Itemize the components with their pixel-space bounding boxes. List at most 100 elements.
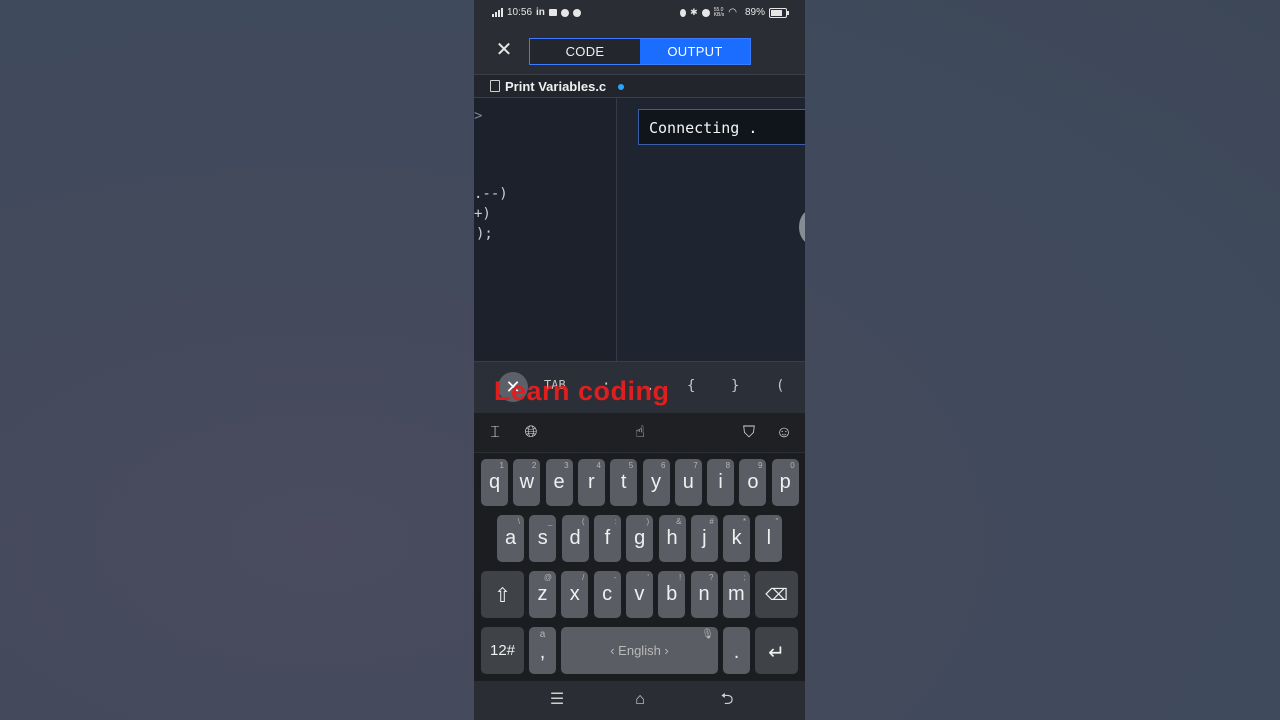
key-c[interactable]: -c — [593, 571, 621, 618]
code-line: ); — [476, 226, 493, 242]
key-x[interactable]: / x — [561, 571, 589, 618]
key-label: t — [620, 471, 627, 493]
net-speed: 55.0 KB/s — [713, 6, 725, 18]
console-output-box[interactable]: Connecting . — [638, 109, 805, 145]
key-hint: # — [709, 517, 714, 526]
key-hint: _ — [547, 517, 553, 526]
key-label: q — [488, 471, 501, 493]
key-s[interactable]: _ s — [529, 515, 557, 562]
key-z[interactable]: @ z — [529, 571, 556, 618]
key-label: j — [702, 527, 707, 549]
key-m[interactable]: ; m — [722, 571, 750, 618]
key-f[interactable]: :f — [593, 515, 621, 562]
app-icon — [560, 8, 569, 17]
status-time: 10:56 — [507, 7, 533, 18]
key-label: c — [602, 583, 613, 605]
key-k[interactable]: * k — [723, 515, 751, 562]
shift-key[interactable]: ⇧ — [481, 571, 524, 618]
backspace-icon: ⌫ — [765, 587, 788, 604]
tab-output[interactable]: OUTPUT — [640, 39, 750, 64]
app-header: ✕ CODE OUTPUT — [474, 28, 805, 74]
code-line: +) — [474, 206, 491, 222]
key-hint: ) — [646, 517, 650, 526]
tab-code[interactable]: CODE — [530, 39, 640, 64]
key-r[interactable]: 4r — [577, 459, 605, 506]
key-l[interactable]: " l — [755, 515, 783, 562]
key-hint: ; — [743, 573, 746, 582]
code-line: .--) — [474, 186, 508, 202]
key-hint: 2 — [531, 461, 537, 470]
key-d[interactable]: (d — [561, 515, 589, 562]
key-label: z — [537, 583, 548, 605]
menu-icon[interactable]: ☰ — [547, 690, 567, 710]
microphone-icon: 🎙︎ — [701, 629, 714, 640]
key-hint: 7 — [693, 461, 698, 470]
status-bar: 10:56 in ✱ 55.0 KB/s ◠ 89% — [474, 0, 805, 28]
key-hint: 5 — [628, 461, 634, 470]
mail-icon — [548, 9, 557, 16]
alarm-icon — [572, 8, 581, 17]
key-label: g — [634, 527, 646, 549]
key-j[interactable]: # j — [690, 515, 718, 562]
key-t[interactable]: 5t — [610, 459, 638, 506]
code-line: > — [474, 108, 483, 124]
helper-key-close-brace[interactable]: } — [731, 378, 739, 394]
shift-icon: ⇧ — [494, 585, 511, 607]
key-h[interactable]: & h — [658, 515, 686, 562]
key-label: n — [698, 583, 710, 605]
key-u[interactable]: 7u — [674, 459, 702, 506]
key-hint: 4 — [596, 461, 601, 470]
comma-key[interactable]: a , — [529, 627, 556, 674]
key-q[interactable]: 1q — [481, 459, 508, 506]
key-w[interactable]: 2w — [513, 459, 541, 506]
enter-icon: ↵ — [768, 642, 785, 664]
key-hint: ? — [709, 573, 714, 582]
key-o[interactable]: 9o — [739, 459, 767, 506]
space-bar[interactable]: ‹ English › 🎙︎ — [561, 627, 718, 674]
theme-shirt-icon[interactable]: ⛉ — [739, 423, 759, 443]
key-b[interactable]: ! b — [658, 571, 686, 618]
file-name[interactable]: Print Variables.c — [505, 79, 606, 94]
signal-icon — [492, 8, 503, 17]
key-y[interactable]: 6y — [642, 459, 670, 506]
cursor-icon[interactable]: ⌶ — [485, 423, 505, 443]
enter-key[interactable]: ↵ — [755, 627, 798, 674]
key-v[interactable]: ' v — [625, 571, 653, 618]
period-key[interactable]: . — [723, 627, 750, 674]
key-g[interactable]: ) g — [626, 515, 654, 562]
key-hint: 6 — [661, 461, 666, 470]
key-a[interactable]: \ a — [497, 515, 524, 562]
numbers-key[interactable]: 12# — [481, 627, 524, 674]
key-label: s — [537, 527, 548, 549]
code-output-toggle: CODE OUTPUT — [529, 38, 751, 65]
wifi-icon: ◠ — [728, 7, 737, 18]
key-label: y — [651, 471, 661, 493]
key-label: h — [666, 527, 678, 549]
key-hint: ' — [647, 573, 649, 582]
navigation-bar: ☰ ⌂ ⮌ — [474, 681, 805, 720]
key-label: p — [779, 471, 791, 493]
key-n[interactable]: ? n — [690, 571, 718, 618]
close-icon[interactable]: ✕ — [494, 40, 514, 60]
file-icon — [490, 80, 500, 92]
key-hint: ( — [581, 517, 585, 526]
key-hint: 1 — [499, 461, 504, 470]
key-label: v — [634, 583, 645, 605]
back-icon[interactable]: ⮌ — [717, 690, 737, 710]
battery-percent: 89% — [744, 7, 765, 18]
globe-icon[interactable]: 🌐︎ — [521, 423, 541, 443]
home-icon[interactable]: ⌂ — [630, 690, 650, 710]
gesture-icon[interactable]: ☝︎ — [630, 423, 650, 443]
key-i[interactable]: 8i — [707, 459, 735, 506]
helper-key-open-paren[interactable]: ( — [776, 378, 784, 394]
key-label: u — [682, 471, 694, 493]
key-p[interactable]: 0p — [771, 459, 799, 506]
key-hint: : — [614, 517, 617, 526]
code-editor-pane[interactable]: > .--) +) ); — [474, 98, 617, 361]
key-e[interactable]: 3e — [545, 459, 573, 506]
backspace-key[interactable]: ⌫ — [755, 571, 798, 618]
phone-screen: 10:56 in ✱ 55.0 KB/s ◠ 89% ✕ CODE OUTPUT — [474, 0, 805, 720]
emoji-icon[interactable]: ☺︎ — [774, 423, 794, 443]
helper-key-open-brace[interactable]: { — [687, 378, 695, 394]
key-label: k — [731, 527, 742, 549]
